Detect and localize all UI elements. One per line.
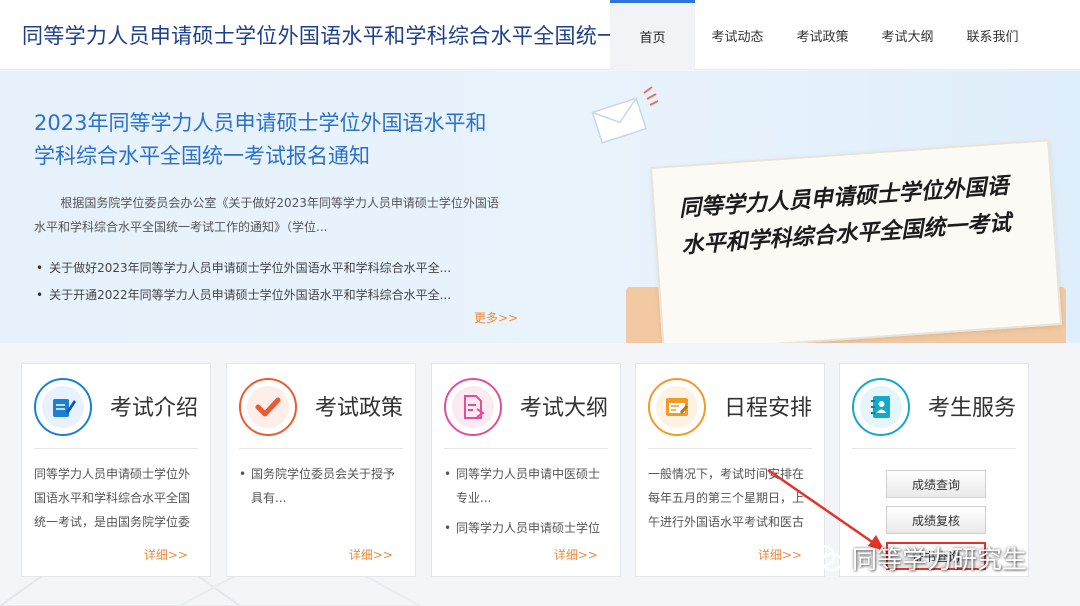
divider: [239, 448, 403, 449]
divider: [852, 448, 1016, 449]
watermark-text: 同等学力研究生: [852, 545, 1028, 574]
divider: [444, 448, 608, 449]
card-more-link[interactable]: 详细>>: [144, 546, 188, 563]
card-title[interactable]: 考生服务: [928, 390, 1016, 422]
nav-home[interactable]: 首页: [610, 0, 695, 70]
nav-contact-us[interactable]: 联系我们: [950, 0, 1035, 70]
card-exam-policy: 考试政策 国务院学位委员会关于授予具有... 详细>>: [226, 363, 416, 577]
card-title[interactable]: 考试大纲: [520, 390, 608, 422]
nav-exam-news[interactable]: 考试动态: [695, 0, 780, 70]
card-schedule: 日程安排 一般情况下，考试时间安排在每年五月的第三个星期日，上午进行外国语水平考…: [635, 363, 825, 577]
wechat-icon: [808, 544, 844, 572]
banner-paper-illustration: 同等学力人员申请硕士学位外国语水平和学科综合水平全国统一考试: [618, 139, 1080, 343]
card-list-wrap: 同等学力人员申请中医硕士专业... 同等学力人员申请硕士学位: [444, 462, 610, 546]
card-list: 国务院学位委员会关于授予具有...: [239, 462, 405, 510]
banner-title[interactable]: 2023年同等学力人员申请硕士学位外国语水平和学科综合水平全国统一考试报名通知: [34, 107, 504, 173]
site-title[interactable]: 同等学力人员申请硕士学位外国语水平和学科综合水平全国统一考试: [22, 20, 661, 50]
document-edit-icon: [34, 378, 92, 436]
banner-news-list: 关于做好2023年同等学力人员申请硕士学位外国语水平和学科综合水平全... 关于…: [36, 255, 496, 309]
divider: [648, 448, 812, 449]
watermark: 同等学力研究生: [808, 538, 1027, 578]
checkmark-icon: [239, 378, 297, 436]
file-export-icon: [444, 378, 502, 436]
card-description: 同等学力人员申请硕士学位外国语水平和学科综合水平全国统一考试，是由国务院学位委: [34, 467, 191, 529]
hero-banner: 2023年同等学力人员申请硕士学位外国语水平和学科综合水平全国统一考试报名通知 …: [0, 71, 1080, 343]
calendar-schedule-icon: [648, 378, 706, 436]
card-list: 同等学力人员申请中医硕士专业... 同等学力人员申请硕士学位: [444, 462, 610, 540]
card-title[interactable]: 考试介绍: [110, 390, 198, 422]
list-item[interactable]: 同等学力人员申请硕士学位: [444, 516, 610, 540]
list-item[interactable]: 同等学力人员申请中医硕士专业...: [444, 462, 610, 510]
card-title[interactable]: 日程安排: [724, 390, 812, 422]
card-exam-syllabus: 考试大纲 同等学力人员申请中医硕士专业... 同等学力人员申请硕士学位 详细>>: [431, 363, 621, 577]
score-review-button[interactable]: 成绩复核: [886, 506, 986, 534]
card-title[interactable]: 考试政策: [315, 390, 403, 422]
banner-description: 根据国务院学位委员会办公室《关于做好2023年同等学力人员申请硕士学位外国语水平…: [34, 196, 499, 234]
card-more-link[interactable]: 详细>>: [349, 546, 393, 563]
score-query-button[interactable]: 成绩查询: [886, 470, 986, 498]
main-nav: 首页 考试动态 考试政策 考试大纲 联系我们: [610, 0, 1035, 70]
card-list-wrap: 国务院学位委员会关于授予具有...: [239, 462, 405, 516]
nav-exam-policy[interactable]: 考试政策: [780, 0, 865, 70]
divider: [34, 448, 198, 449]
banner-news-item[interactable]: 关于做好2023年同等学力人员申请硕士学位外国语水平和学科综合水平全...: [36, 255, 496, 282]
nav-exam-syllabus[interactable]: 考试大纲: [865, 0, 950, 70]
contacts-book-icon: [852, 378, 910, 436]
page: 同等学力人员申请硕士学位外国语水平和学科综合水平全国统一考试 首页 考试动态 考…: [0, 0, 1080, 606]
card-more-link[interactable]: 详细>>: [554, 546, 598, 563]
card-description: 一般情况下，考试时间安排在每年五月的第三个星期日，上午进行外国语水平考试和医古: [648, 467, 805, 529]
site-header: 同等学力人员申请硕士学位外国语水平和学科综合水平全国统一考试 首页 考试动态 考…: [0, 0, 1080, 70]
card-more-link[interactable]: 详细>>: [758, 546, 802, 563]
banner-more-link[interactable]: 更多>>: [474, 309, 518, 326]
list-item[interactable]: 国务院学位委员会关于授予具有...: [239, 462, 405, 510]
banner-news-item[interactable]: 关于开通2022年同等学力人员申请硕士学位外国语水平和学科综合水平全...: [36, 282, 496, 309]
card-exam-intro: 考试介绍 同等学力人员申请硕士学位外国语水平和学科综合水平全国统一考试，是由国务…: [21, 363, 211, 577]
